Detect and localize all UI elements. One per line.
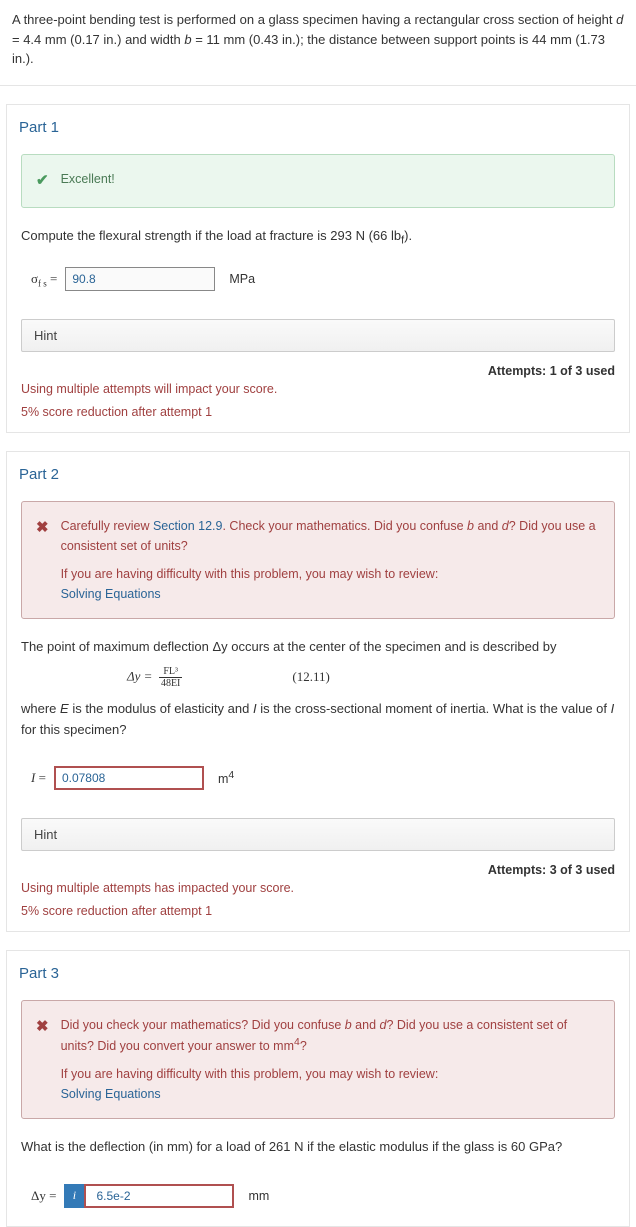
unit-m4: m4 bbox=[212, 770, 234, 786]
fb-line2: If you are having difficulty with this p… bbox=[61, 564, 600, 584]
dy-input[interactable] bbox=[84, 1184, 234, 1208]
score-note-2: 5% score reduction after attempt 1 bbox=[7, 401, 629, 424]
part-2: Part 2 ✖ Carefully review Section 12.9. … bbox=[6, 451, 630, 932]
part-3-answer-row: Δy = i mm bbox=[7, 1158, 629, 1218]
part-2-title: Part 2 bbox=[7, 452, 629, 493]
unit-mm: mm bbox=[242, 1189, 269, 1203]
feedback-incorrect: ✖ Carefully review Section 12.9. Check y… bbox=[21, 501, 615, 619]
part-1-answer-row: σf s = MPa bbox=[7, 249, 629, 301]
check-icon: ✔ bbox=[36, 169, 49, 193]
part-1-title: Part 1 bbox=[7, 105, 629, 146]
eq-ref: (12.11) bbox=[292, 669, 329, 685]
var-b: b bbox=[184, 32, 191, 47]
hint-button[interactable]: Hint bbox=[21, 319, 615, 352]
var-d: d bbox=[616, 12, 623, 27]
part-1-prompt: Compute the flexural strength if the loa… bbox=[7, 222, 629, 250]
problem-text: A three-point bending test is performed … bbox=[12, 12, 616, 27]
equation: Δy = FL³48EI (12.11) bbox=[7, 658, 629, 695]
feedback-incorrect: ✖ Did you check your mathematics? Did yo… bbox=[21, 1000, 615, 1119]
fb-d: d bbox=[502, 519, 509, 533]
dy-label: Δy = bbox=[31, 1188, 56, 1204]
info-icon[interactable]: i bbox=[64, 1184, 84, 1208]
solving-equations-link[interactable]: Solving Equations bbox=[61, 587, 161, 601]
part-3: Part 3 ✖ Did you check your mathematics?… bbox=[6, 950, 630, 1227]
fb3-a: Did you check your mathematics? Did you … bbox=[61, 1018, 345, 1032]
sigma-label: σf s = bbox=[31, 271, 57, 289]
fb-line1-b: . Check your mathematics. Did you confus… bbox=[222, 519, 467, 533]
feedback-msg: Carefully review Section 12.9. Check you… bbox=[61, 516, 600, 604]
part-3-prompt: What is the deflection (in mm) for a loa… bbox=[7, 1133, 629, 1158]
cross-icon: ✖ bbox=[36, 1015, 49, 1104]
prompt-end: ). bbox=[404, 228, 412, 243]
feedback-msg: Did you check your mathematics? Did you … bbox=[61, 1015, 600, 1104]
cross-icon: ✖ bbox=[36, 516, 49, 604]
part-2-prompt-1: The point of maximum deflection Δy occur… bbox=[7, 633, 629, 658]
unit-mpa: MPa bbox=[223, 272, 255, 286]
fb3-b: b bbox=[345, 1018, 352, 1032]
prompt-text: Compute the flexural strength if the loa… bbox=[21, 228, 401, 243]
eq-fraction: FL³48EI bbox=[159, 666, 182, 689]
hint-button[interactable]: Hint bbox=[21, 818, 615, 851]
section-link[interactable]: Section 12.9 bbox=[153, 519, 223, 533]
fb3-dq: ? bbox=[300, 1039, 307, 1053]
part-2-answer-row: I = m4 bbox=[7, 740, 629, 800]
i-input[interactable] bbox=[54, 766, 204, 790]
eq-lhs: Δy = bbox=[127, 668, 152, 683]
fb-b: b bbox=[467, 519, 474, 533]
attempts-label: Attempts: 1 of 3 used bbox=[7, 358, 629, 378]
d-val: = 4.4 mm (0.17 in.) and width bbox=[12, 32, 184, 47]
solving-equations-link[interactable]: Solving Equations bbox=[61, 1087, 161, 1101]
part-2-prompt-2: where E is the modulus of elasticity and… bbox=[7, 695, 629, 741]
part-1: Part 1 ✔ Excellent! Compute the flexural… bbox=[6, 104, 630, 433]
score-note-1: Using multiple attempts will impact your… bbox=[7, 378, 629, 401]
score-note-2: 5% score reduction after attempt 1 bbox=[7, 900, 629, 923]
feedback-correct: ✔ Excellent! bbox=[21, 154, 615, 208]
attempts-label: Attempts: 3 of 3 used bbox=[7, 857, 629, 877]
problem-statement: A three-point bending test is performed … bbox=[0, 0, 636, 86]
i-label: I = bbox=[31, 770, 46, 786]
score-note-1: Using multiple attempts has impacted you… bbox=[7, 877, 629, 900]
fb3-line2: If you are having difficulty with this p… bbox=[61, 1064, 600, 1084]
fb3-and: and bbox=[352, 1018, 380, 1032]
fb-and: and bbox=[474, 519, 502, 533]
sigma-input[interactable] bbox=[65, 267, 215, 291]
fb-line1-a: Carefully review bbox=[61, 519, 153, 533]
feedback-text: Excellent! bbox=[61, 169, 600, 193]
part-3-title: Part 3 bbox=[7, 951, 629, 992]
